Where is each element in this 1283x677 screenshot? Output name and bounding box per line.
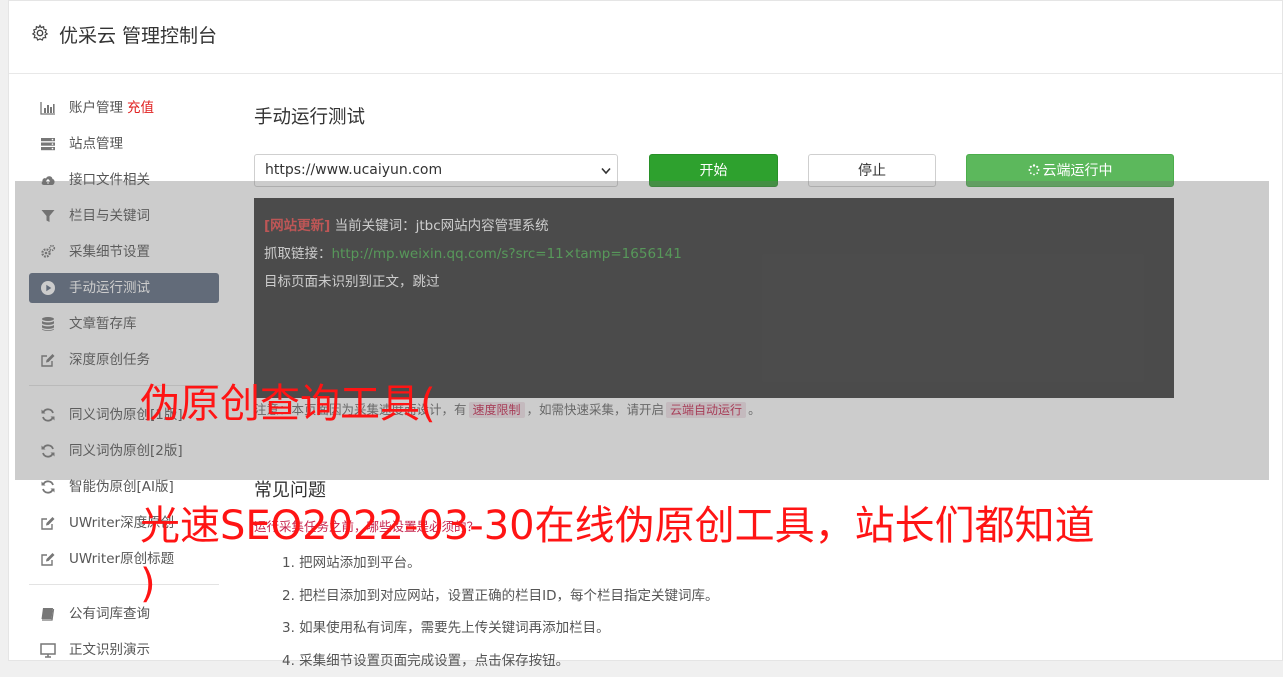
sidebar-item-public-lexicon[interactable]: 公有词库查询 [29,599,219,629]
gear-icon [31,24,49,42]
spinner-icon [1028,164,1040,176]
gray-overlay [15,181,1269,480]
edit-icon [40,551,56,567]
sidebar-item-label: 智能伪原创[AI版] [69,479,174,495]
book-icon [40,606,56,622]
recharge-link[interactable]: 充值 [127,100,154,116]
sidebar-divider [29,584,219,585]
cloud-run-label: 云端运行中 [1043,163,1113,179]
monitor-icon [40,642,56,658]
chevron-down-icon [601,167,611,175]
edit-icon [40,515,56,531]
sidebar-item-label: UWriter原创标题 [69,551,174,567]
sidebar-item-label: 公有词库查询 [69,606,150,622]
watermark-line: ) [140,558,156,610]
top-bar: 优采云 管理控制台 [9,1,1282,74]
section-title: 手动运行测试 [254,101,1184,137]
sidebar-item-label: 站点管理 [69,136,123,152]
site-select-value: https://www.ucaiyun.com [265,162,442,178]
bar-chart-icon [40,100,56,116]
sidebar-item-label: 正文识别演示 [69,642,150,658]
faq-steps: 1. 把网站添加到平台。 2. 把栏目添加到对应网站，设置正确的栏目ID，每个栏… [254,547,1154,677]
list-item: 2. 把栏目添加到对应网站，设置正确的栏目ID，每个栏目指定关键词库。 [282,580,1154,613]
sidebar-item-sites[interactable]: 站点管理 [29,129,219,159]
list-item: 3. 如果使用私有词库，需要先上传关键词再添加栏目。 [282,612,1154,645]
watermark-line: 伪原创查询工具( [140,378,436,430]
watermark-line: 光速SEO2022-03-30在线伪原创工具，站长们都知道 [140,500,1095,552]
server-icon [40,136,56,152]
sidebar-item-label: 账户管理 [69,100,123,116]
sidebar-item-account[interactable]: 账户管理充值 [29,93,219,123]
refresh-icon [40,479,56,495]
page-title: 优采云 管理控制台 [59,21,217,48]
